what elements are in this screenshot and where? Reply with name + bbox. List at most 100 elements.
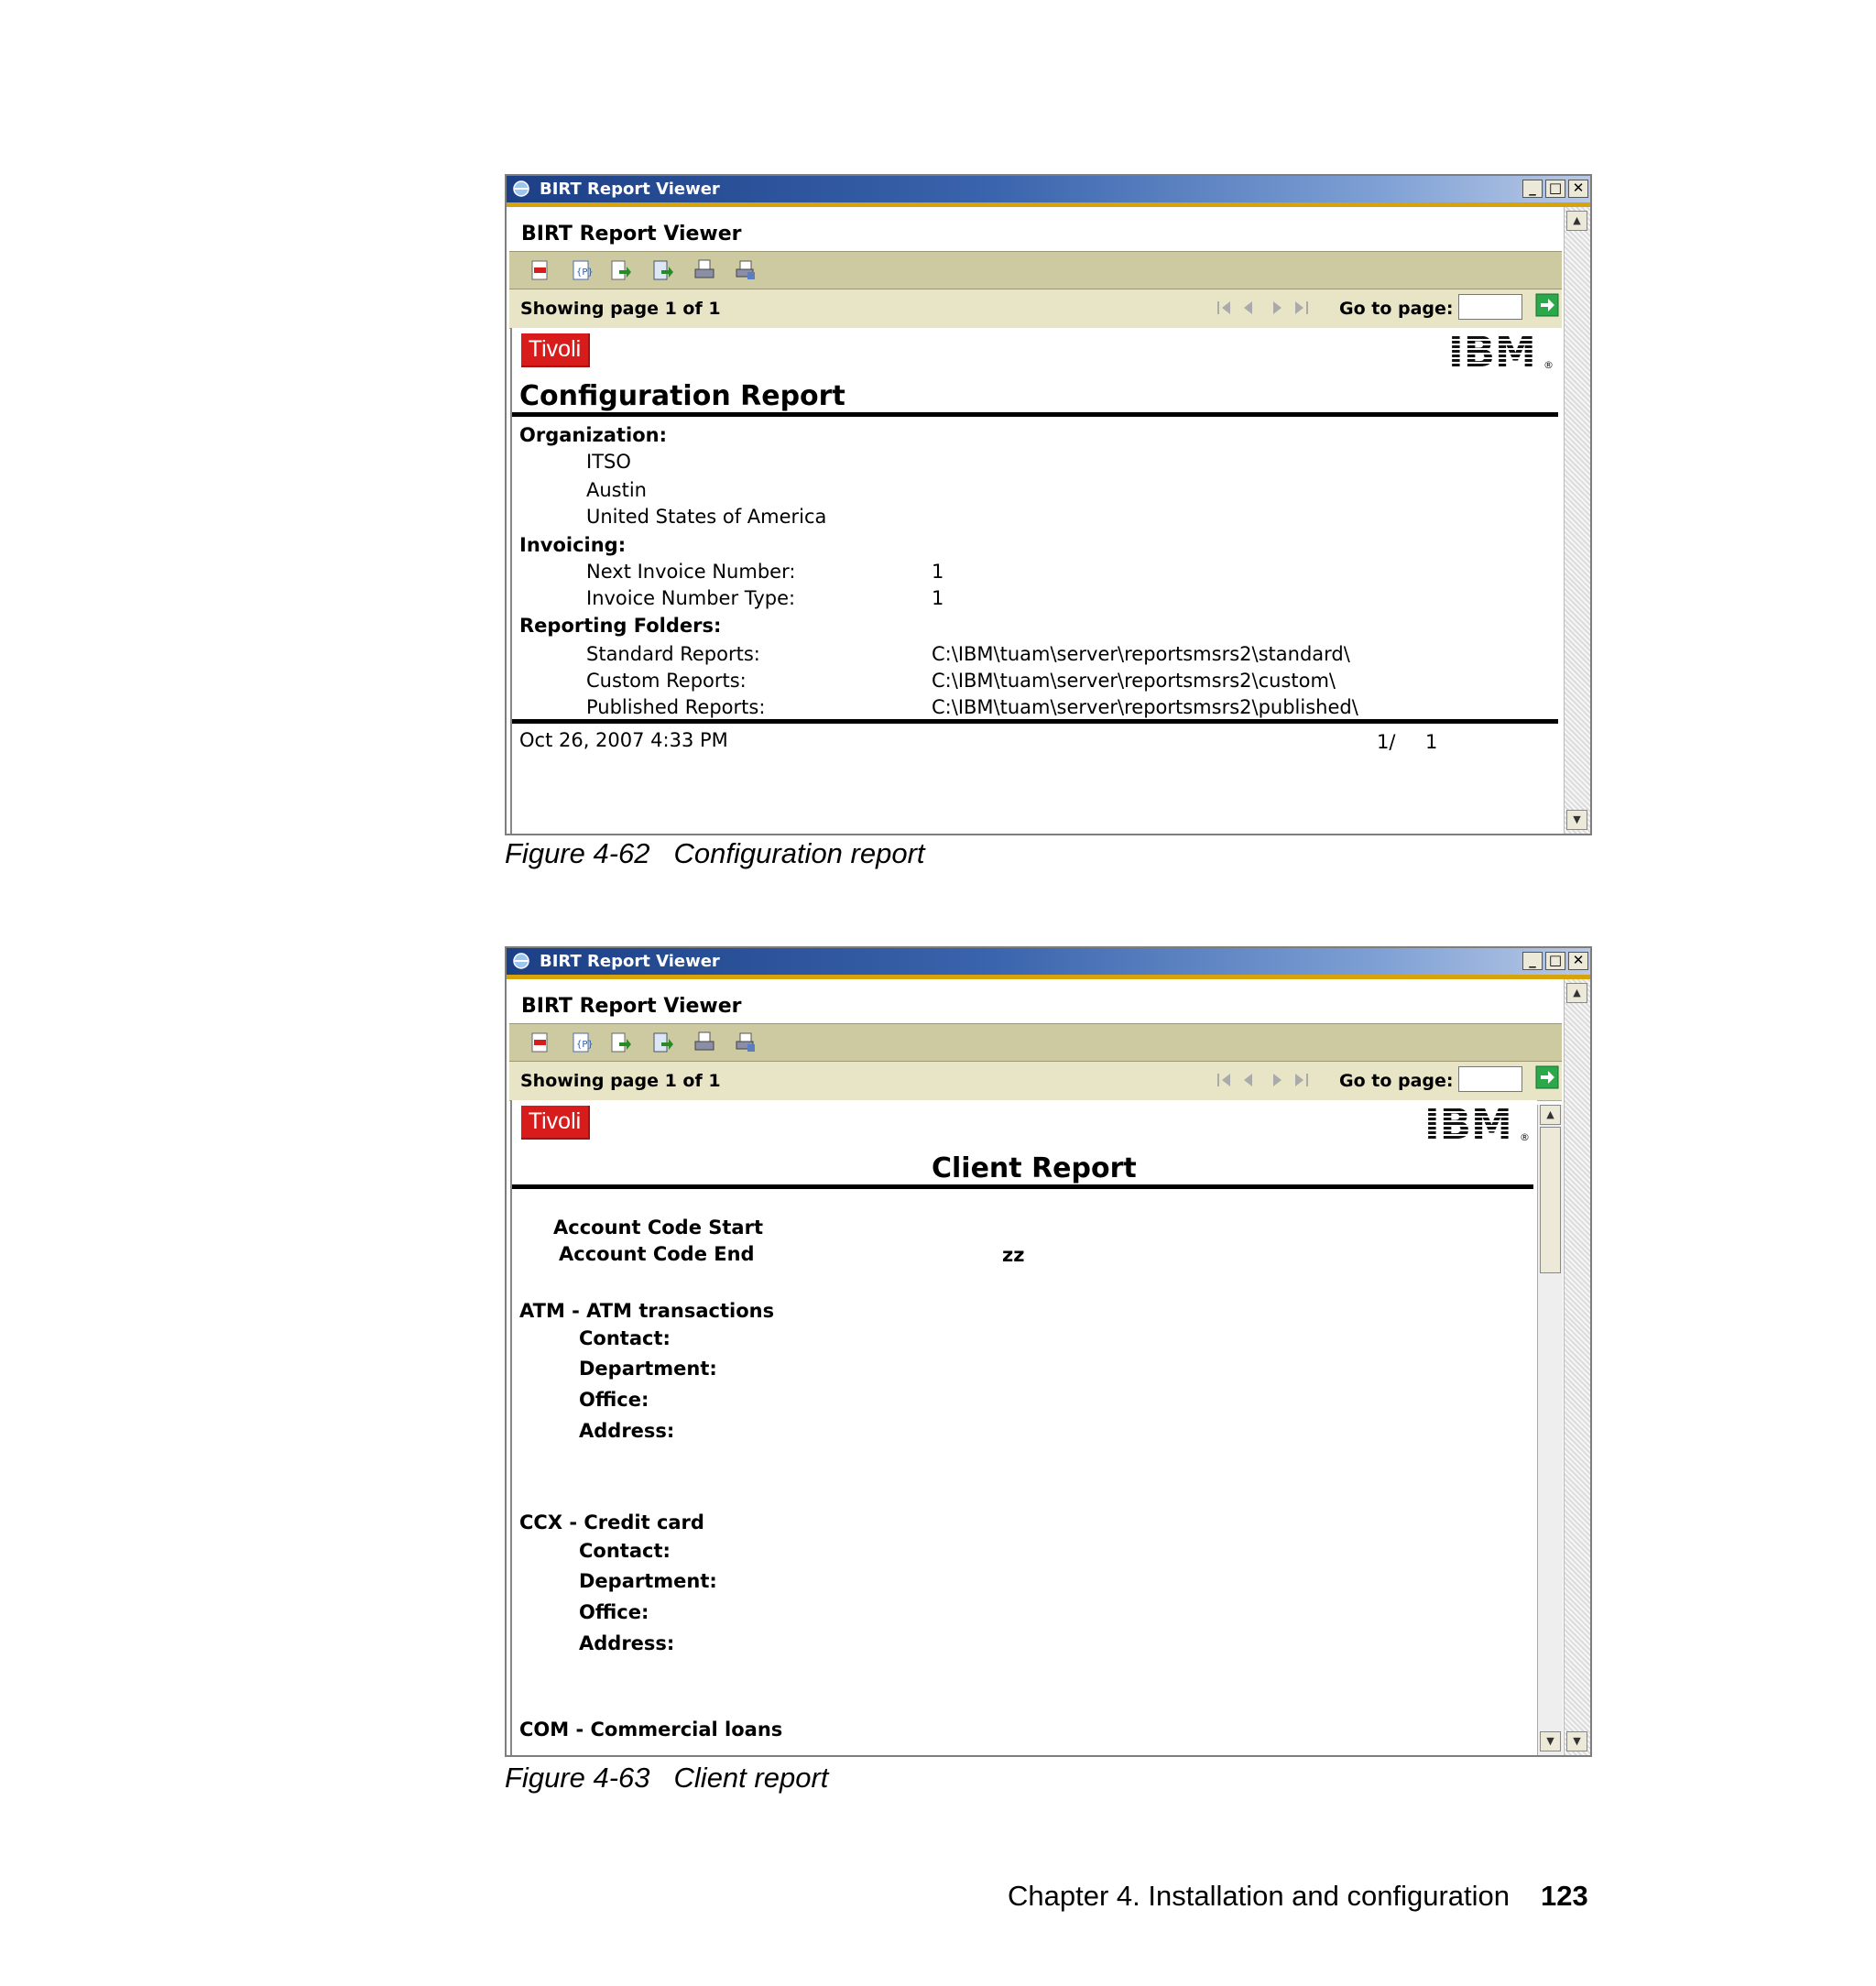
- print-server-icon[interactable]: [735, 259, 757, 281]
- scroll-down-button[interactable]: ▼: [1566, 810, 1587, 830]
- vertical-scrollbar[interactable]: ▲ ▼: [1564, 207, 1590, 834]
- report-scrollbar[interactable]: ▲ ▼: [1537, 1105, 1563, 1755]
- last-page-icon[interactable]: [1290, 298, 1312, 318]
- invoicing-label: Invoicing:: [519, 534, 627, 556]
- app-icon: [513, 180, 529, 197]
- next-invoice-value: 1: [932, 561, 944, 583]
- invoice-type-label: Invoice Number Type:: [586, 587, 796, 609]
- office-label: Office:: [579, 1389, 649, 1411]
- minimize-button[interactable]: _: [1522, 180, 1543, 198]
- goto-page-arrow-icon[interactable]: [1535, 293, 1559, 317]
- toc-icon[interactable]: [529, 259, 551, 281]
- title-rule: [512, 412, 1558, 417]
- figure-caption-2: Figure 4-63 Client report: [505, 1762, 828, 1795]
- window-titlebar[interactable]: BIRT Report Viewer _ □ ✕: [507, 176, 1590, 202]
- reporting-folders-label: Reporting Folders:: [519, 615, 722, 637]
- goto-page-input[interactable]: [1458, 294, 1522, 320]
- ibm-logo: IBM ®: [1424, 1104, 1530, 1142]
- export-data-icon[interactable]: [610, 259, 632, 281]
- viewer-title: BIRT Report Viewer: [521, 223, 742, 246]
- maximize-button[interactable]: □: [1545, 180, 1565, 198]
- page-indicator: Showing page 1 of 1: [520, 299, 721, 319]
- report-content: Tivoli IBM ® Client Report Account Code …: [510, 1100, 1537, 1755]
- custom-reports-path: C:\IBM\tuam\server\reportsmsrs2\custom\: [932, 670, 1336, 692]
- department-label: Department:: [579, 1358, 717, 1380]
- next-page-icon[interactable]: [1266, 1070, 1288, 1090]
- previous-page-icon[interactable]: [1238, 298, 1260, 318]
- svg-text:{P}: {P}: [576, 267, 593, 278]
- report-page-total: 1: [1425, 731, 1438, 753]
- export-report-icon[interactable]: [652, 1031, 674, 1053]
- scroll-up-button[interactable]: ▲: [1566, 983, 1587, 1003]
- address-label: Address:: [579, 1420, 675, 1442]
- goto-page-input[interactable]: [1458, 1066, 1522, 1092]
- next-page-icon[interactable]: [1266, 298, 1288, 318]
- figure-number: Figure 4-63: [505, 1762, 650, 1794]
- tivoli-logo: Tivoli: [521, 1106, 590, 1140]
- goto-page-arrow-icon[interactable]: [1535, 1065, 1559, 1089]
- first-page-icon[interactable]: [1215, 298, 1237, 318]
- scroll-thumb[interactable]: [1540, 1127, 1561, 1273]
- maximize-button[interactable]: □: [1545, 952, 1565, 970]
- tivoli-logo: Tivoli: [521, 333, 590, 367]
- scroll-down-button[interactable]: ▼: [1566, 1731, 1587, 1751]
- export-report-icon[interactable]: [652, 259, 674, 281]
- window-title: BIRT Report Viewer: [540, 180, 720, 199]
- figure-number: Figure 4-62: [505, 837, 650, 869]
- toc-icon[interactable]: [529, 1031, 551, 1053]
- page-number: 123: [1541, 1880, 1588, 1912]
- scroll-up-button[interactable]: ▲: [1566, 211, 1587, 231]
- svg-text:®: ®: [1543, 359, 1554, 370]
- viewer-header: BIRT Report Viewer: [507, 979, 1565, 1023]
- svg-text:{P}: {P}: [576, 1040, 593, 1050]
- next-invoice-label: Next Invoice Number:: [586, 561, 796, 583]
- viewer-header: BIRT Report Viewer: [507, 207, 1565, 251]
- report-title: Configuration Report: [519, 380, 845, 412]
- report-date: Oct 26, 2007 4:33 PM: [519, 729, 728, 751]
- parameters-icon[interactable]: {P}: [571, 259, 593, 281]
- figure-caption-1: Figure 4-62 Configuration report: [505, 837, 925, 870]
- account-code-end-value: zz: [1002, 1244, 1025, 1266]
- scroll-up-button[interactable]: ▲: [1540, 1105, 1561, 1125]
- navigation-bar: Showing page 1 of 1 Go to page:: [509, 1062, 1562, 1101]
- footer-rule: [512, 719, 1558, 724]
- print-icon[interactable]: [693, 1031, 715, 1053]
- toolbar: {P}: [509, 251, 1562, 289]
- export-data-icon[interactable]: [610, 1031, 632, 1053]
- scroll-down-button[interactable]: ▼: [1540, 1731, 1561, 1751]
- report-page-number: 1/: [1377, 731, 1396, 753]
- report-viewer-window-configuration: BIRT Report Viewer _ □ ✕ BIRT Report Vie…: [505, 174, 1592, 835]
- office-label: Office:: [579, 1601, 649, 1623]
- app-icon: [513, 953, 529, 969]
- close-button[interactable]: ✕: [1568, 180, 1588, 198]
- print-server-icon[interactable]: [735, 1031, 757, 1053]
- section-heading-cutoff: COM - Commercial loans: [519, 1719, 783, 1740]
- organization-city: Austin: [586, 479, 647, 501]
- ibm-logo: IBM ®: [1448, 332, 1554, 370]
- print-icon[interactable]: [693, 259, 715, 281]
- svg-text:IBM: IBM: [1448, 332, 1536, 370]
- minimize-button[interactable]: _: [1522, 952, 1543, 970]
- address-label: Address:: [579, 1632, 675, 1654]
- contact-label: Contact:: [579, 1327, 671, 1349]
- goto-page-label: Go to page:: [1339, 1071, 1454, 1091]
- title-rule: [512, 1184, 1533, 1189]
- organization-country: United States of America: [586, 506, 827, 528]
- toolbar: {P}: [509, 1023, 1562, 1062]
- window-title: BIRT Report Viewer: [540, 952, 720, 971]
- svg-text:®: ®: [1520, 1131, 1530, 1142]
- report-title: Client Report: [932, 1152, 1137, 1184]
- close-button[interactable]: ✕: [1568, 952, 1588, 970]
- parameters-icon[interactable]: {P}: [571, 1031, 593, 1053]
- organization-label: Organization:: [519, 424, 667, 446]
- navigation-bar: Showing page 1 of 1 Go to page:: [509, 289, 1562, 329]
- contact-label: Contact:: [579, 1540, 671, 1562]
- last-page-icon[interactable]: [1290, 1070, 1312, 1090]
- first-page-icon[interactable]: [1215, 1070, 1237, 1090]
- figure-title: Client report: [673, 1762, 829, 1794]
- viewer-title: BIRT Report Viewer: [521, 995, 742, 1018]
- page-indicator: Showing page 1 of 1: [520, 1071, 721, 1091]
- vertical-scrollbar[interactable]: ▲ ▼: [1564, 979, 1590, 1755]
- window-titlebar[interactable]: BIRT Report Viewer _ □ ✕: [507, 948, 1590, 975]
- previous-page-icon[interactable]: [1238, 1070, 1260, 1090]
